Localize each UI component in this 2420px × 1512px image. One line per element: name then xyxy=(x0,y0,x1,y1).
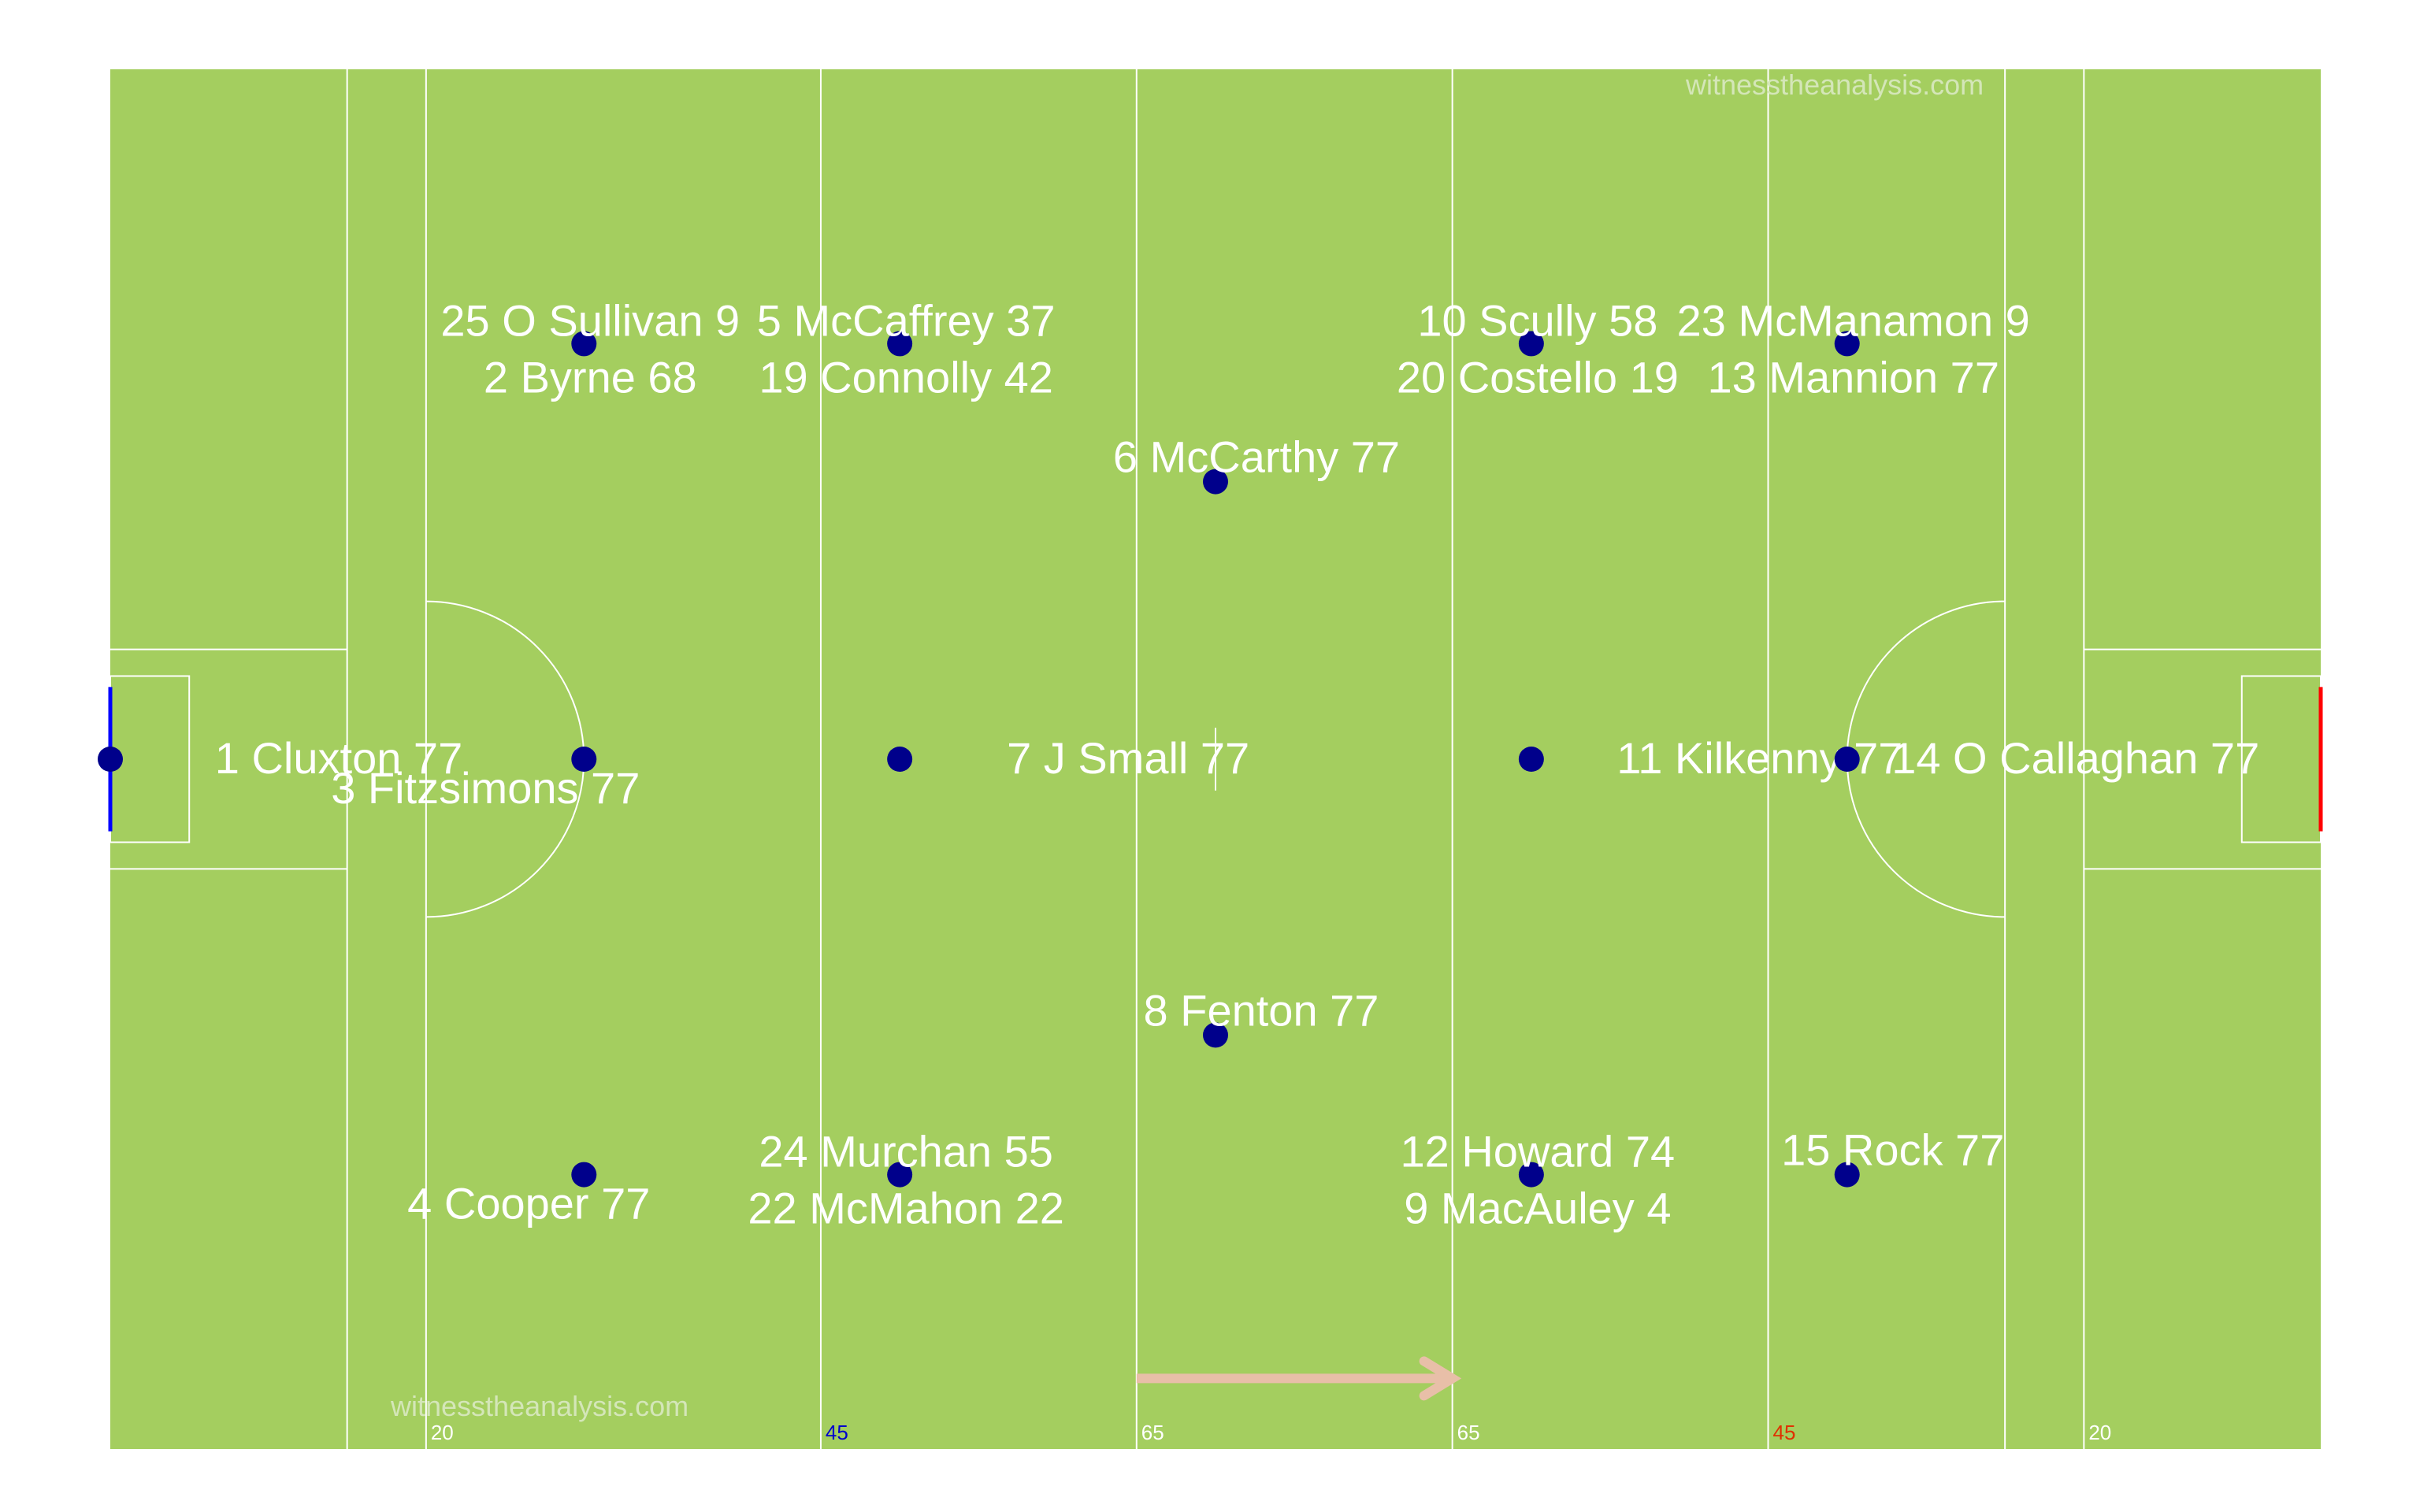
player-label-2-2: 2 Byrne 68 xyxy=(484,352,697,402)
player-marker-7 xyxy=(887,747,913,772)
player-label-11-1: 11 Kilkenny 77 xyxy=(1616,733,1902,783)
player-label-13-1: 23 McManamon 9 xyxy=(1677,295,2030,345)
pitch-line-label-85: 65 xyxy=(1457,1421,1480,1444)
player-label-8-1: 8 Fenton 77 xyxy=(1144,985,1379,1035)
player-label-7-1: 7 J Small 77 xyxy=(1007,733,1249,783)
player-label-9-1: 24 Murchan 55 xyxy=(759,1127,1053,1177)
player-label-12-2: 9 MacAuley 4 xyxy=(1404,1184,1671,1233)
player-label-10-1: 10 Scully 58 xyxy=(1417,295,1657,345)
pitch-line-label-125: 20 xyxy=(2088,1421,2111,1444)
player-label-4-1: 4 Cooper 77 xyxy=(407,1179,650,1228)
player-marker-1 xyxy=(98,747,123,772)
watermark-top: witnesstheanalysis.com xyxy=(1685,69,1984,101)
player-marker-14 xyxy=(1834,747,1860,772)
player-marker-11 xyxy=(1518,747,1544,772)
pitch-line-label-65: 65 xyxy=(1141,1421,1164,1444)
watermark-bottom: witnesstheanalysis.com xyxy=(390,1390,689,1422)
player-label-12-1: 12 Howard 74 xyxy=(1401,1127,1676,1177)
pitch-line-label-105: 45 xyxy=(1773,1421,1796,1444)
player-label-13-2: 13 Mannion 77 xyxy=(1707,352,1999,402)
pitch-chart: 20 45 65 65 45 20 1 Cluxton 7725 O Sullivan 9… xyxy=(98,69,2323,1449)
pitch-line-label-20: 20 xyxy=(431,1421,454,1444)
player-label-6-1: 6 McCarthy 77 xyxy=(1113,432,1400,482)
player-label-14-1: 14 O Callaghan 77 xyxy=(1891,733,2259,783)
player-label-3-1: 3 Fitzsimons 77 xyxy=(331,763,640,813)
player-label-5-2: 19 Connolly 42 xyxy=(759,352,1053,402)
pitch-line-label-45: 45 xyxy=(826,1421,848,1444)
player-label-10-2: 20 Costello 19 xyxy=(1397,352,1679,402)
player-label-5-1: 5 McCaffrey 37 xyxy=(757,295,1056,345)
player-label-2-1: 25 O Sullivan 9 xyxy=(440,295,740,345)
player-label-9-2: 22 McMahon 22 xyxy=(748,1184,1064,1233)
player-label-15-1: 15 Rock 77 xyxy=(1781,1125,2004,1175)
